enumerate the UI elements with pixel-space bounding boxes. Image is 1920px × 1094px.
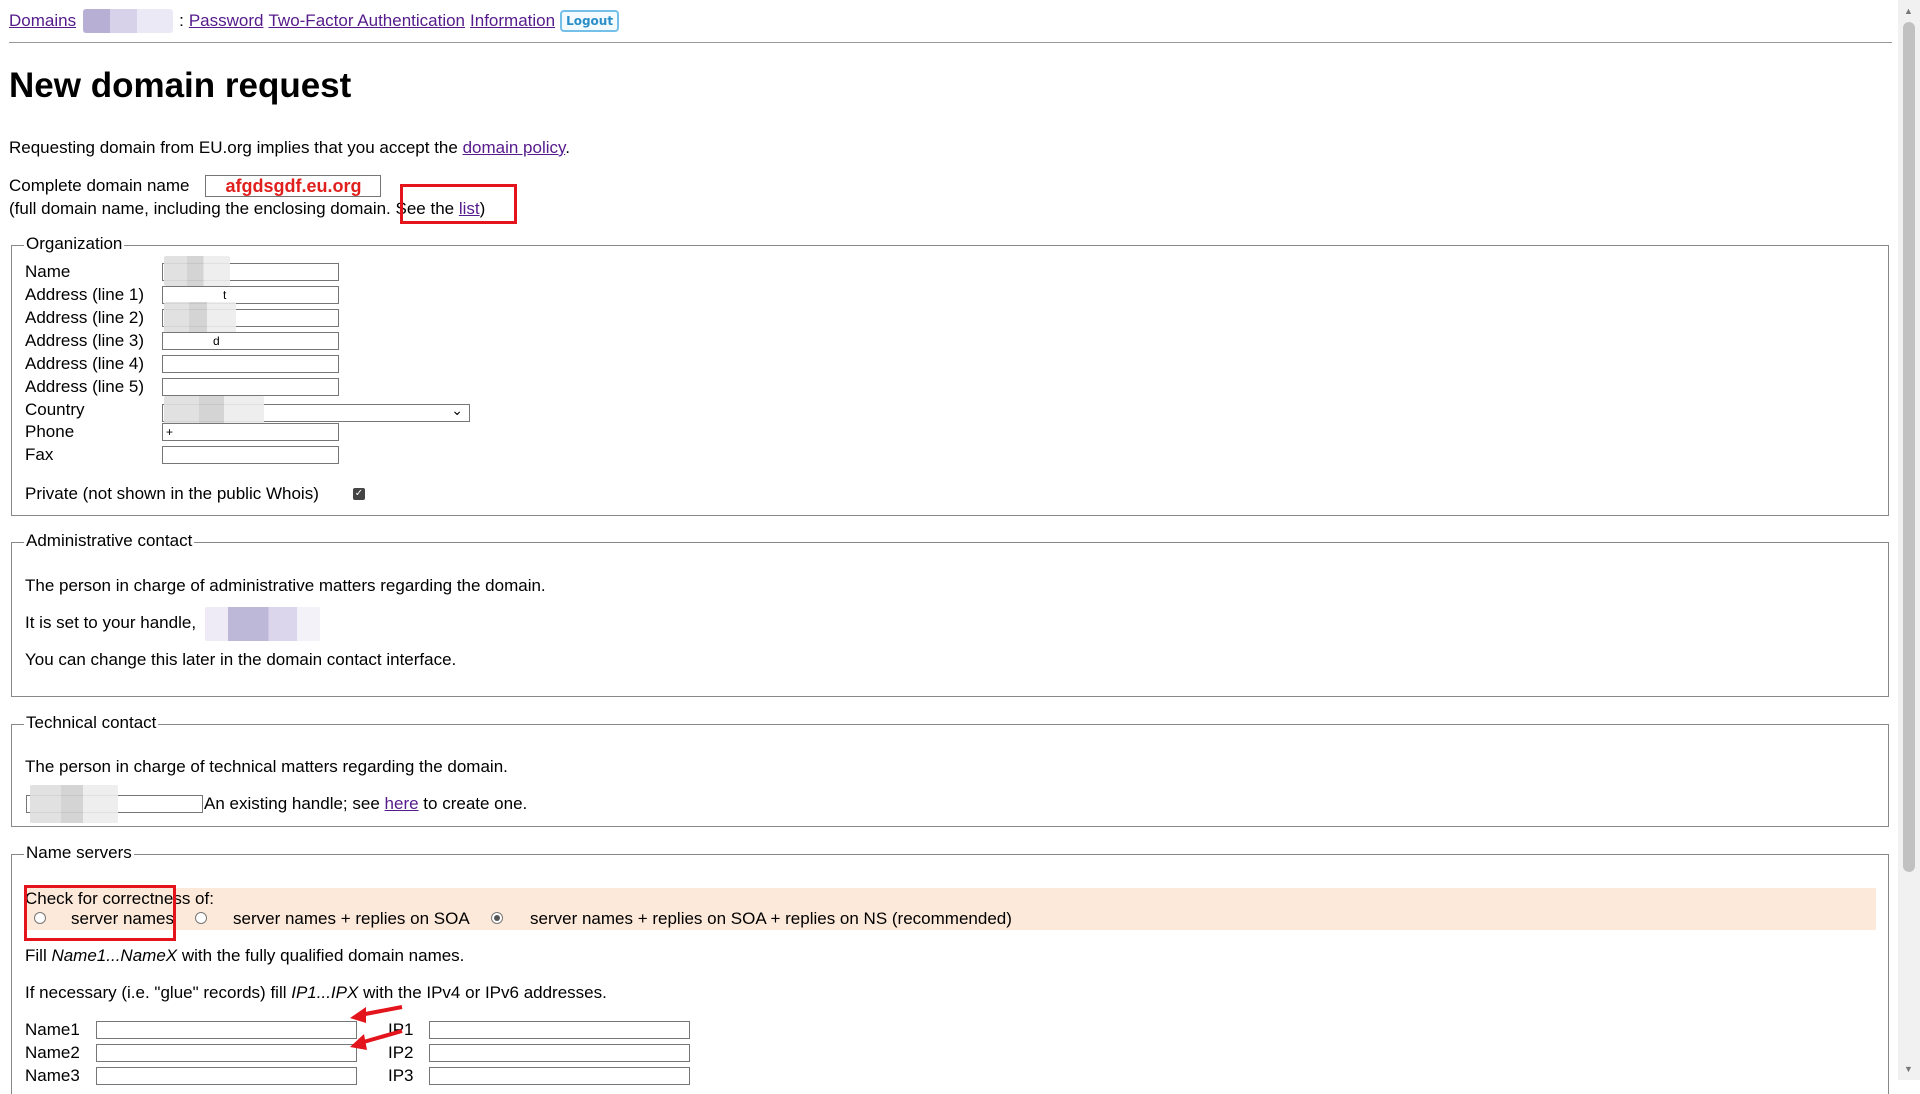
nav-password-link[interactable]: Password — [189, 11, 264, 31]
ns-name2-input[interactable] — [96, 1044, 357, 1062]
organization-legend: Organization — [24, 234, 125, 254]
fill-suffix: with the fully qualified domain names. — [181, 946, 465, 965]
redacted-value — [30, 785, 118, 823]
ns-name3-label: Name3 — [25, 1066, 80, 1085]
annotation-arrow-icon — [350, 1005, 403, 1050]
page-scrollbar[interactable]: ▲ ▼ — [1898, 0, 1920, 1080]
private-checkbox[interactable]: ✓ — [353, 488, 365, 500]
ns-ip1-input[interactable] — [429, 1021, 690, 1039]
radio-replies-soa-ns[interactable] — [491, 912, 503, 924]
user-handle-redacted — [83, 9, 174, 33]
nav-information-link[interactable]: Information — [470, 11, 555, 31]
scrollbar-thumb[interactable] — [1903, 22, 1915, 872]
org-address3-label: Address (line 3) — [25, 331, 145, 350]
radio-replies-soa[interactable] — [195, 912, 207, 924]
org-country-label: Country — [25, 400, 85, 419]
policy-intro: Requesting domain from EU.org implies th… — [9, 138, 570, 158]
admin-contact-legend: Administrative contact — [24, 531, 195, 551]
logout-button[interactable]: Logout — [560, 10, 620, 32]
tech-line-1: The person in charge of technical matter… — [25, 757, 508, 776]
option-replies-soa-ns-label: server names + replies on SOA + replies … — [530, 909, 1012, 928]
fill-instruction: Fill Name1...NameX with the fully qualif… — [25, 946, 464, 966]
glue-instruction: If necessary (i.e. "glue" records) fill … — [25, 983, 607, 1003]
name-servers-fieldset: Name servers Check for correctness of: s… — [11, 843, 1889, 1094]
ns-name1-label: Name1 — [25, 1020, 80, 1039]
fill-prefix: Fill — [25, 946, 47, 965]
name-servers-legend: Name servers — [24, 843, 134, 863]
org-name-label: Name — [25, 262, 71, 281]
domain-policy-link[interactable]: domain policy — [463, 138, 566, 157]
organization-fieldset: Organization Name Address (line 1) t Add… — [11, 234, 1889, 516]
org-address5-label: Address (line 5) — [25, 377, 145, 396]
org-address4-input[interactable] — [162, 355, 339, 373]
top-nav: Domains : Password Two-Factor Authentica… — [9, 8, 1889, 34]
chevron-down-icon: ⌄ — [451, 402, 463, 418]
private-label: Private (not shown in the public Whois) — [25, 484, 319, 503]
tech-contact-legend: Technical contact — [24, 713, 159, 733]
org-fax-input[interactable] — [162, 446, 339, 464]
domain-note-text: (full domain name, including the enclosi… — [9, 199, 391, 218]
annotation-box-check — [24, 885, 176, 941]
intro-suffix: . — [565, 138, 570, 157]
page-title: New domain request — [9, 66, 352, 105]
intro-text: Requesting domain from EU.org implies th… — [9, 138, 458, 157]
nav-two-factor-link[interactable]: Two-Factor Authentication — [268, 11, 465, 31]
ns-ip2-input[interactable] — [429, 1044, 690, 1062]
nav-separator: : — [179, 11, 184, 30]
admin-line-2: It is set to your handle, — [25, 613, 197, 632]
fill-names: Name1...NameX — [51, 946, 178, 965]
nav-domains-link[interactable]: Domains — [9, 11, 76, 31]
tech-handle-note: An existing handle; see here to create o… — [204, 794, 527, 814]
org-address4-label: Address (line 4) — [25, 354, 145, 373]
admin-handle-redacted — [205, 607, 320, 641]
tech-contact-fieldset: Technical contact The person in charge o… — [11, 713, 1889, 827]
scroll-up-icon[interactable]: ▲ — [1904, 6, 1913, 16]
admin-line-1: The person in charge of administrative m… — [25, 576, 546, 595]
admin-contact-fieldset: Administrative contact The person in cha… — [11, 531, 1889, 697]
org-address3-input[interactable]: d — [162, 332, 339, 350]
org-phone-input[interactable]: + — [162, 423, 339, 441]
redacted-value — [164, 256, 230, 286]
glue-ips: IP1...IPX — [291, 983, 359, 1002]
glue-prefix: If necessary (i.e. "glue" records) fill — [25, 983, 287, 1002]
glue-suffix: with the IPv4 or IPv6 addresses. — [363, 983, 607, 1002]
org-address1-label: Address (line 1) — [25, 285, 145, 304]
option-replies-soa-label: server names + replies on SOA — [233, 909, 470, 928]
annotation-box-list — [400, 184, 517, 224]
ns-name3-input[interactable] — [96, 1067, 357, 1085]
org-address5-input[interactable] — [162, 378, 339, 396]
ns-name2-label: Name2 — [25, 1043, 80, 1062]
org-phone-label: Phone — [25, 422, 75, 441]
domain-name-label: Complete domain name — [9, 176, 190, 195]
create-handle-link[interactable]: here — [385, 794, 419, 813]
admin-line-3: You can change this later in the domain … — [25, 650, 457, 669]
ns-name1-input[interactable] — [96, 1021, 357, 1039]
domain-name-row: Complete domain name afgdsgdf.eu.org — [9, 175, 382, 197]
domain-name-input[interactable]: afgdsgdf.eu.org — [205, 175, 382, 197]
handle-note-text: An existing handle; see — [204, 794, 380, 813]
org-fax-label: Fax — [25, 445, 54, 464]
handle-suffix-text: to create one. — [423, 794, 528, 813]
org-address2-label: Address (line 2) — [25, 308, 145, 327]
scroll-down-icon[interactable]: ▼ — [1904, 1064, 1913, 1074]
nav-divider — [9, 42, 1892, 43]
ns-ip3-input[interactable] — [429, 1067, 690, 1085]
